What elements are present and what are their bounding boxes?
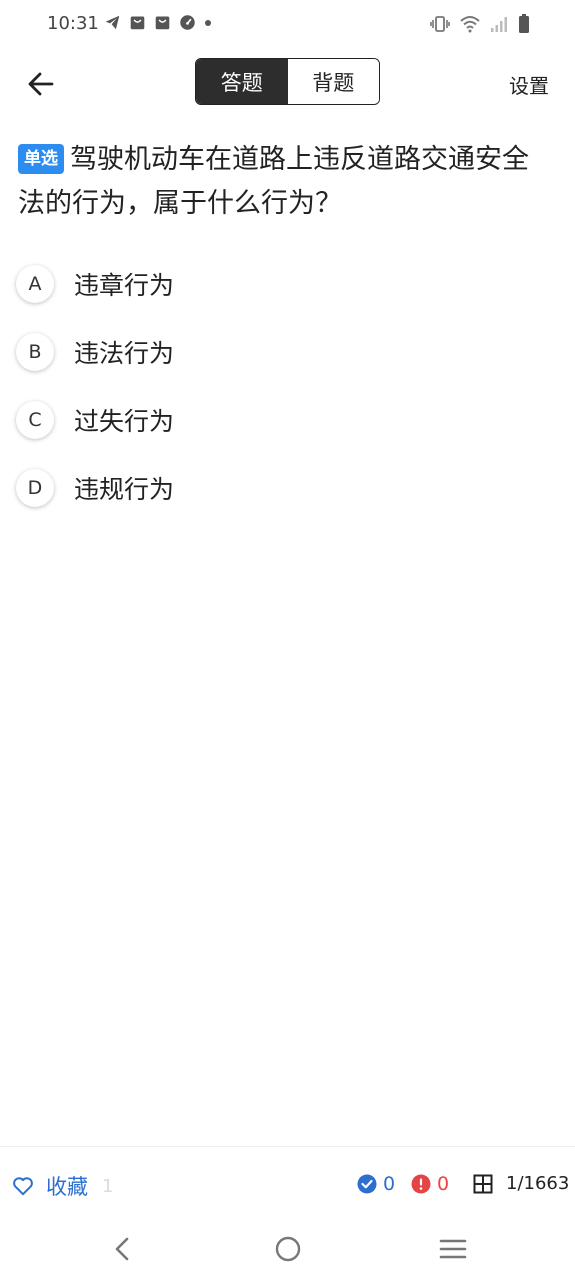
option-letter-circle: A <box>16 265 54 303</box>
wrong-stat: 0 <box>411 1173 449 1195</box>
question-text: 驾驶机动车在道路上违反道路交通安全法的行为，属于什么行为？ <box>18 144 529 219</box>
battery-icon <box>519 14 529 33</box>
status-notification-icons <box>104 14 212 31</box>
speedometer-icon <box>180 15 195 30</box>
tab-memorize[interactable]: 背题 <box>287 59 379 104</box>
options-list: A 违章行为 B 违法行为 C 过失行为 D 违规行为 <box>16 250 556 522</box>
status-system-icons <box>430 14 530 34</box>
favorite-count: 1 <box>102 1175 114 1197</box>
option-letter-circle: C <box>16 401 54 439</box>
settings-button[interactable]: 设置 <box>509 70 549 99</box>
header: 答题 背题 设置 <box>0 48 575 120</box>
option-text: 违章行为 <box>74 271 175 300</box>
favorite-button[interactable]: 收藏 1 <box>12 1171 113 1201</box>
wifi-icon <box>460 16 480 33</box>
option-text: 违法行为 <box>74 339 175 368</box>
bag-icon <box>155 16 170 30</box>
check-circle-icon <box>357 1174 377 1194</box>
signal-icon <box>491 17 507 32</box>
system-nav-bar <box>0 1222 575 1280</box>
mode-segmented-control: 答题 背题 <box>195 58 380 105</box>
option-b[interactable]: B 违法行为 <box>16 318 556 386</box>
error-circle-icon <box>411 1174 431 1194</box>
status-time: 10:31 <box>47 13 99 34</box>
dot-icon <box>205 19 211 26</box>
option-a[interactable]: A 违章行为 <box>16 250 556 318</box>
option-c[interactable]: C 过失行为 <box>16 386 556 454</box>
grid-icon[interactable] <box>473 1174 493 1194</box>
vibrate-icon <box>430 16 450 32</box>
tab-answer[interactable]: 答题 <box>196 59 288 104</box>
heart-icon <box>13 1177 33 1196</box>
bag-icon <box>130 16 145 30</box>
question-type-badge: 单选 <box>18 144 64 174</box>
option-d[interactable]: D 违规行为 <box>16 454 556 522</box>
favorite-label: 收藏 <box>46 1175 88 1199</box>
option-letter-circle: B <box>16 333 54 371</box>
option-text: 违规行为 <box>74 475 175 504</box>
nav-home-icon[interactable] <box>274 1234 302 1264</box>
back-arrow-icon[interactable] <box>22 64 62 104</box>
question-text-block: 单选 驾驶机动车在道路上违反道路交通安全法的行为，属于什么行为？ <box>18 138 548 226</box>
option-text: 过失行为 <box>74 407 175 436</box>
wrong-count: 0 <box>437 1173 450 1195</box>
question-progress[interactable]: 1/1663 <box>506 1173 569 1194</box>
correct-count: 0 <box>383 1173 396 1195</box>
bottom-bar: 收藏 1 0 0 1/1663 <box>0 1146 575 1221</box>
nav-back-icon[interactable] <box>110 1234 134 1264</box>
option-letter-circle: D <box>16 469 54 507</box>
telegram-icon <box>105 15 120 30</box>
nav-menu-icon[interactable] <box>438 1234 468 1264</box>
status-bar: 10:31 <box>0 0 575 48</box>
correct-stat: 0 <box>357 1173 395 1195</box>
